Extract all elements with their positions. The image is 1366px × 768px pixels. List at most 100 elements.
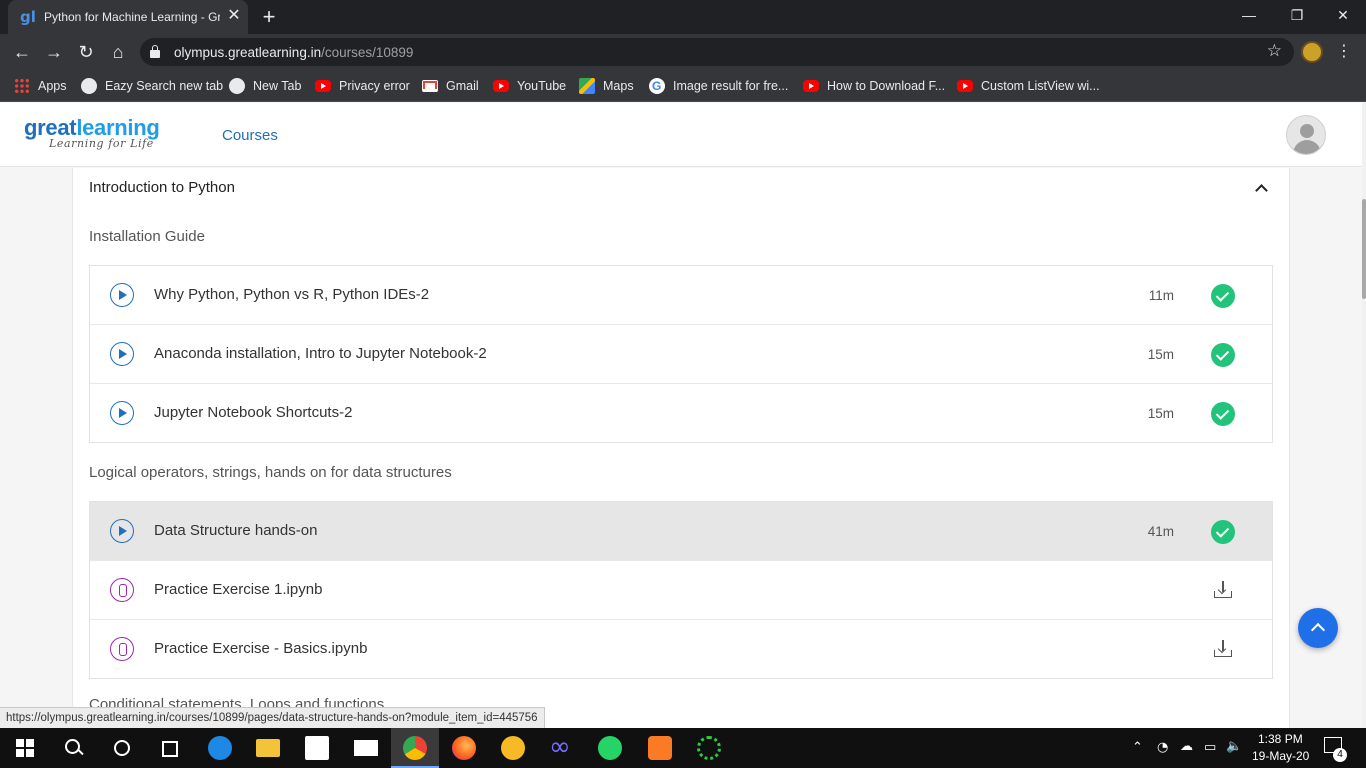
reload-icon[interactable]: ↻ (74, 40, 98, 64)
gmail-icon (422, 80, 438, 92)
module-title: Introduction to Python (89, 179, 235, 196)
page-scrollbar[interactable] (1362, 103, 1366, 728)
close-window-icon[interactable]: ✕ (1320, 4, 1366, 26)
item-duration: 41m (1147, 524, 1174, 539)
download-icon[interactable] (1214, 581, 1232, 599)
greatlearning-favicon-icon: gl (20, 8, 36, 26)
play-icon (110, 342, 134, 366)
volume-icon[interactable]: 🔈 (1226, 739, 1242, 754)
list-item[interactable]: Data Structure hands-on 41m (90, 502, 1272, 561)
home-icon[interactable]: ⌂ (106, 40, 130, 64)
section-title: Installation Guide (89, 228, 205, 245)
bookmark-new-tab[interactable]: New Tab (229, 76, 301, 96)
browser-tab-strip: gl Python for Machine Learning - Gr ✕ + … (0, 0, 1366, 34)
maps-icon (579, 78, 595, 94)
youtube-icon (957, 80, 973, 92)
battery-icon[interactable]: ▭ (1204, 740, 1216, 755)
bookmark-youtube[interactable]: YouTube (493, 76, 566, 96)
tab-title: Python for Machine Learning - Gr (44, 10, 220, 24)
browser-profile-avatar[interactable] (1301, 41, 1323, 63)
cortana-icon[interactable] (110, 736, 134, 760)
windows-taskbar: ⌃ ◔ ☁ ▭ 🔈 1:38 PM 19-May-20 4 (0, 728, 1366, 768)
completed-check-icon (1211, 284, 1235, 308)
bookmark-apps[interactable]: Apps (14, 76, 67, 96)
notification-count-badge: 4 (1333, 748, 1347, 762)
item-title: Anaconda installation, Intro to Jupyter … (154, 345, 487, 362)
bookmark-how-to-download[interactable]: How to Download F... (803, 76, 945, 96)
minimize-window-icon[interactable]: — (1226, 4, 1272, 26)
firefox-icon[interactable] (452, 736, 476, 760)
link-status-bubble: https://olympus.greatlearning.in/courses… (0, 707, 545, 728)
onedrive-icon[interactable]: ☁ (1180, 739, 1193, 754)
module-card: Introduction to Python Installation Guid… (72, 168, 1290, 728)
item-duration: 15m (1147, 347, 1174, 362)
restore-window-icon[interactable]: ❐ (1274, 4, 1320, 26)
brave-icon[interactable] (501, 736, 525, 760)
section-title: Logical operators, strings, hands on for… (89, 464, 452, 481)
whatsapp-icon[interactable] (598, 736, 622, 760)
address-bar[interactable]: olympus.greatlearning.in/courses/10899 ☆ (140, 38, 1294, 66)
list-item[interactable]: Jupyter Notebook Shortcuts-2 15m (90, 384, 1272, 442)
item-title: Data Structure hands-on (154, 522, 318, 539)
mail-icon[interactable] (354, 740, 378, 756)
section-items: Why Python, Python vs R, Python IDEs-2 1… (89, 265, 1273, 443)
course-content: Introduction to Python Installation Guid… (0, 168, 1362, 728)
apps-grid-icon (14, 78, 30, 94)
url-text: olympus.greatlearning.in/courses/10899 (174, 45, 414, 60)
back-arrow-icon[interactable]: ← (10, 40, 34, 64)
bookmarks-bar: Apps Eazy Search new tab New Tab Privacy… (0, 70, 1366, 102)
file-explorer-icon[interactable] (256, 739, 280, 757)
list-item[interactable]: Why Python, Python vs R, Python IDEs-2 1… (90, 266, 1272, 325)
list-item[interactable]: Practice Exercise - Basics.ipynb (90, 620, 1272, 678)
bookmark-custom-listview[interactable]: Custom ListView wi... (957, 76, 1100, 96)
logo-tagline: Learning for Life (49, 137, 154, 150)
bookmark-image-result[interactable]: Image result for fre... (649, 76, 788, 96)
globe-icon (81, 78, 97, 94)
globe-icon (229, 78, 245, 94)
visual-studio-icon[interactable] (549, 732, 573, 762)
windows-start-icon[interactable] (14, 736, 38, 760)
play-icon (110, 283, 134, 307)
play-icon (110, 519, 134, 543)
list-item[interactable]: Anaconda installation, Intro to Jupyter … (90, 325, 1272, 384)
completed-check-icon (1211, 520, 1235, 544)
list-item[interactable]: Practice Exercise 1.ipynb (90, 561, 1272, 620)
browser-tab-active[interactable]: gl Python for Machine Learning - Gr ✕ (8, 0, 248, 34)
item-duration: 11m (1148, 288, 1174, 303)
chevron-up-tray-icon[interactable]: ⌃ (1132, 740, 1143, 755)
edge-icon[interactable] (208, 736, 232, 760)
item-title: Jupyter Notebook Shortcuts-2 (154, 404, 353, 421)
nav-courses-link[interactable]: Courses (222, 127, 278, 144)
chrome-icon[interactable] (403, 736, 427, 760)
scrollbar-thumb[interactable] (1362, 199, 1366, 299)
item-title: Why Python, Python vs R, Python IDEs-2 (154, 286, 430, 303)
xampp-icon[interactable] (648, 736, 672, 760)
task-view-icon[interactable] (158, 736, 182, 760)
scroll-to-top-button[interactable] (1298, 608, 1338, 648)
item-title: Practice Exercise 1.ipynb (154, 581, 323, 598)
new-tab-icon[interactable]: + (258, 6, 280, 28)
collapse-chevron-up-icon[interactable] (1253, 180, 1269, 196)
completed-check-icon (1211, 402, 1235, 426)
user-avatar[interactable] (1286, 115, 1326, 155)
browser-menu-icon[interactable]: ⋮ (1336, 41, 1352, 63)
lock-icon[interactable] (150, 45, 160, 58)
wifi-icon[interactable]: ◔ (1157, 740, 1168, 755)
item-title: Practice Exercise - Basics.ipynb (154, 640, 368, 657)
store-icon[interactable] (305, 736, 329, 760)
search-icon[interactable] (62, 736, 86, 760)
browser-toolbar: ← → ↻ ⌂ olympus.greatlearning.in/courses… (0, 34, 1366, 70)
section-items: Data Structure hands-on 41m Practice Exe… (89, 501, 1273, 679)
bookmark-eazy-search[interactable]: Eazy Search new tab (81, 76, 223, 96)
play-icon (110, 401, 134, 425)
bookmark-gmail[interactable]: Gmail (422, 76, 479, 96)
close-tab-icon[interactable]: ✕ (226, 8, 242, 24)
loading-app-icon[interactable] (697, 736, 721, 760)
bookmark-maps[interactable]: Maps (579, 76, 634, 96)
clock-date[interactable]: 19-May-20 (1252, 749, 1309, 763)
bookmark-privacy-error[interactable]: Privacy error (315, 76, 410, 96)
bookmark-star-icon[interactable]: ☆ (1267, 41, 1282, 61)
clock-time[interactable]: 1:38 PM (1258, 732, 1303, 746)
forward-arrow-icon[interactable]: → (42, 40, 66, 64)
download-icon[interactable] (1214, 640, 1232, 658)
